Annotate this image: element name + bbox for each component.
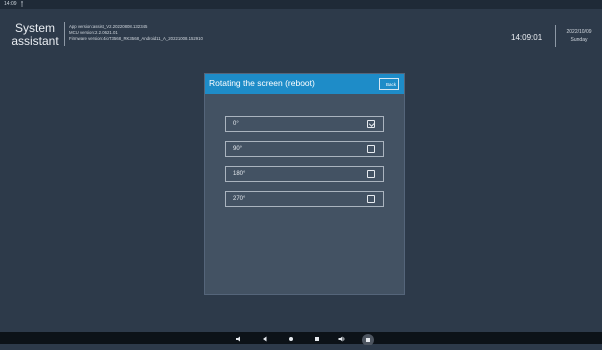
option-label: 180° <box>233 171 246 177</box>
back-button[interactable]: Back <box>379 78 399 90</box>
header-divider <box>64 22 65 46</box>
screenshot-icon[interactable] <box>359 332 377 346</box>
status-bar: 14:09 <box>0 0 602 9</box>
app-title-line2: assistant <box>11 34 59 48</box>
option-label: 270° <box>233 196 246 202</box>
option-checkbox[interactable] <box>367 170 375 178</box>
status-time: 14:09 <box>4 1 17 7</box>
header-divider <box>555 25 556 47</box>
option-label: 0° <box>233 121 239 127</box>
volume-up-icon[interactable] <box>336 332 348 344</box>
dialog-title: Rotating the screen (reboot) <box>209 78 315 88</box>
dialog-header: Rotating the screen (reboot) Back <box>205 74 404 94</box>
signal-icon <box>20 0 24 9</box>
back-icon[interactable] <box>259 332 271 344</box>
rotation-dialog: Rotating the screen (reboot) Back 0° 90°… <box>204 73 405 295</box>
app-title: System assistant <box>8 22 62 48</box>
firmware-version: Firmware version:4ioT3568_RK3568_Android… <box>69 36 203 41</box>
option-checkbox[interactable] <box>367 195 375 203</box>
date: 2022/10/09 <box>566 29 592 35</box>
version-info: App version:assist_V2.20220808.132345 MC… <box>69 24 203 42</box>
date-block: 2022/10/09 Sunday <box>560 28 598 44</box>
recents-icon[interactable] <box>311 332 323 344</box>
weekday: Sunday <box>570 37 588 43</box>
home-icon[interactable] <box>285 332 297 344</box>
clock: 14:09:01 <box>511 33 543 42</box>
app-header: System assistant App version:assist_V2.2… <box>0 16 602 62</box>
option-checkbox[interactable] <box>367 145 375 153</box>
option-label: 90° <box>233 146 243 152</box>
option-checkbox[interactable] <box>367 120 375 128</box>
volume-down-icon[interactable] <box>233 332 245 344</box>
navigation-bar <box>0 332 602 346</box>
rotation-option-180[interactable]: 180° <box>225 166 384 182</box>
rotation-option-0[interactable]: 0° <box>225 116 384 132</box>
rotation-option-90[interactable]: 90° <box>225 141 384 157</box>
check-icon <box>368 120 375 127</box>
rotation-option-270[interactable]: 270° <box>225 191 384 207</box>
